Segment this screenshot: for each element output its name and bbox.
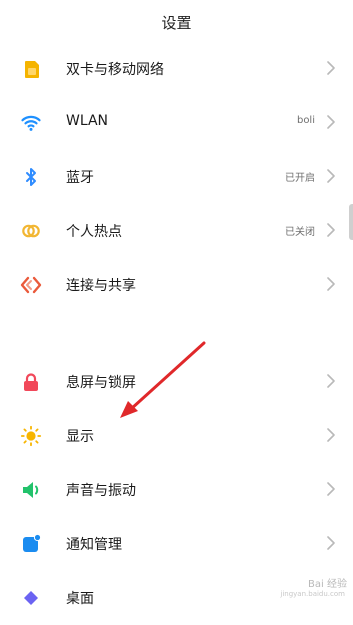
watermark: Bai 经验 [308, 579, 347, 590]
watermark-sub: jingyan.baidu.com [280, 590, 345, 598]
annotation-arrow [120, 341, 206, 418]
